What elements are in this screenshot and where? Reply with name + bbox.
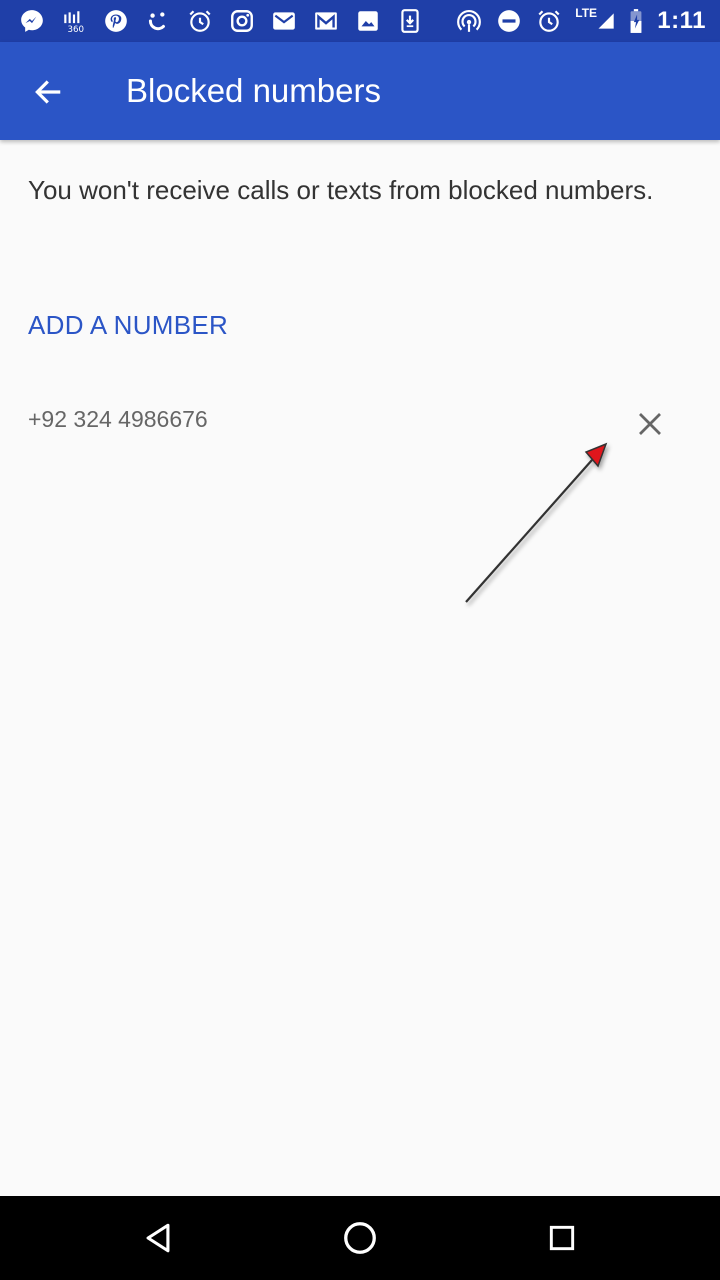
photo-icon [354, 7, 382, 35]
navigation-bar [0, 1196, 720, 1280]
refresh-icon [144, 7, 172, 35]
battery-charging-icon [627, 7, 645, 35]
app-bar: Blocked numbers [0, 42, 720, 140]
back-arrow-icon [35, 80, 61, 104]
blocked-number-text: +92 324 4986676 [28, 406, 208, 432]
download-icon [396, 7, 424, 35]
annotation-arrow [465, 442, 608, 603]
notification-icons: 360 [18, 7, 424, 35]
alarm-icon [186, 7, 214, 35]
zong-360-icon: 360 [60, 7, 88, 35]
instagram-icon [228, 7, 256, 35]
system-icons: LTE 1:11 [455, 6, 706, 35]
gmail-icon [270, 7, 298, 35]
nav-back-icon [146, 1223, 170, 1253]
nav-home-button[interactable] [338, 1216, 382, 1260]
remove-blocked-number-button[interactable] [622, 400, 678, 448]
clock: 1:11 [657, 7, 706, 34]
do-not-disturb-icon [495, 7, 523, 35]
hotspot-icon [455, 7, 483, 35]
messenger-icon [18, 7, 46, 35]
svg-text:360: 360 [68, 25, 85, 34]
add-number-button[interactable]: ADD A NUMBER [28, 310, 228, 341]
status-bar: 360 LTE 1:11 [0, 0, 720, 42]
nav-recents-button[interactable] [540, 1216, 584, 1260]
nav-recents-icon [549, 1225, 575, 1251]
page-title: Blocked numbers [126, 72, 381, 109]
back-button[interactable] [20, 67, 76, 117]
close-icon [639, 413, 661, 435]
alarm-icon-right [535, 7, 563, 35]
nav-home-icon [344, 1222, 376, 1254]
gmail-alt-icon [312, 7, 340, 35]
nav-back-button[interactable] [136, 1216, 180, 1260]
description-text: You won't receive calls or texts from bl… [28, 175, 654, 205]
pinterest-icon [102, 7, 130, 35]
network-type: LTE [575, 6, 598, 20]
signal-icon: LTE [575, 6, 615, 35]
